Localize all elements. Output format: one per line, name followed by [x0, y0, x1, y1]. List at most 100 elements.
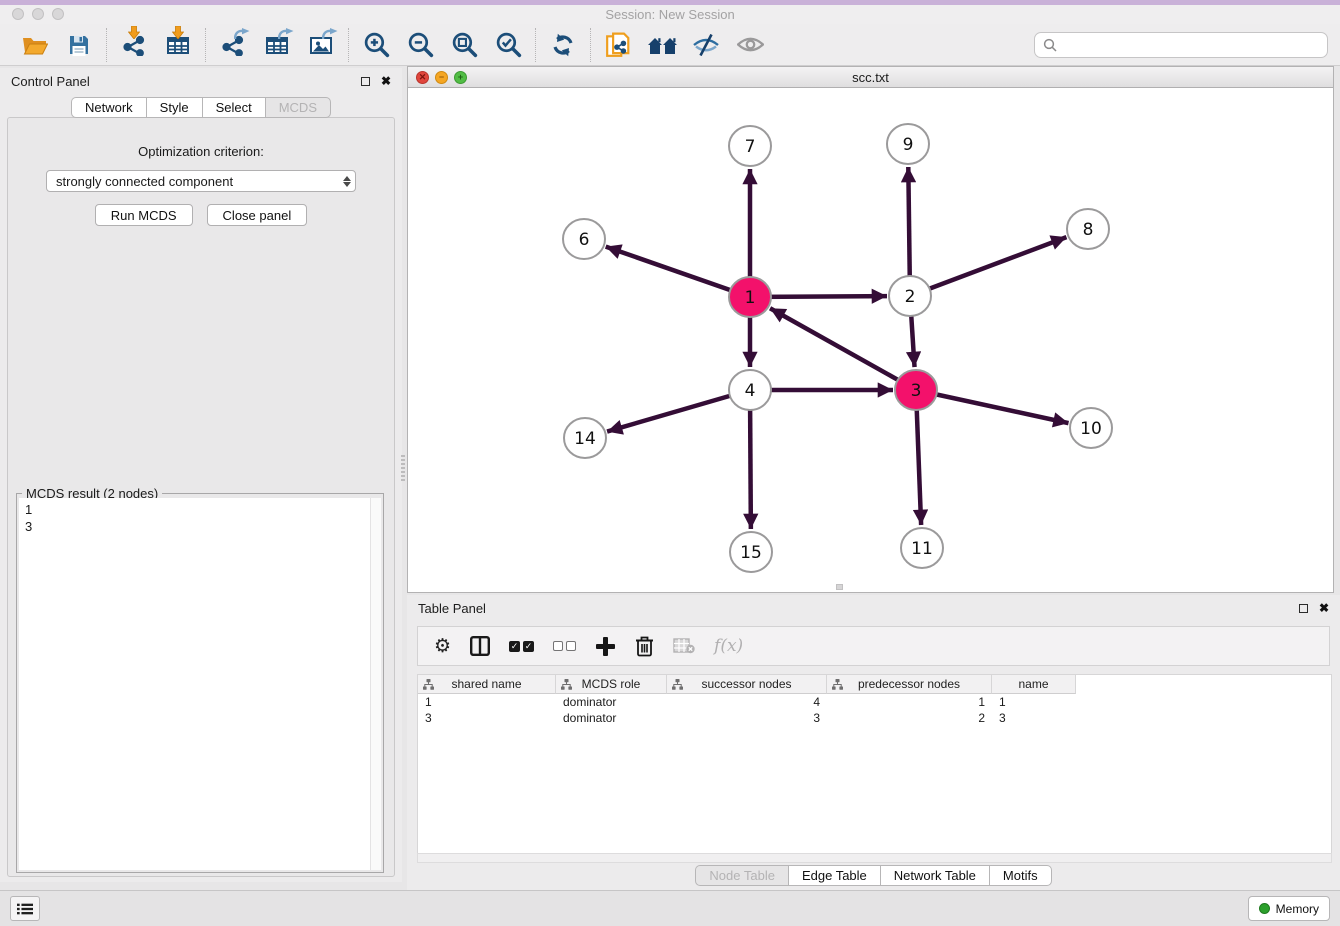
- export-curved-arrow-icon: [278, 28, 294, 43]
- network-minimize-button[interactable]: −: [435, 71, 448, 84]
- graph-node-11[interactable]: 11: [901, 528, 943, 568]
- tab-style[interactable]: Style: [146, 97, 202, 118]
- table-cell[interactable]: dominator: [556, 694, 667, 710]
- optimization-criterion-label: Optimization criterion:: [8, 144, 394, 159]
- run-mcds-button[interactable]: Run MCDS: [95, 204, 193, 226]
- edge-3-10[interactable]: [916, 390, 1069, 423]
- network-maximize-button[interactable]: +: [454, 71, 467, 84]
- table-settings-button[interactable]: ⚙: [434, 637, 451, 656]
- edge-2-8[interactable]: [910, 237, 1066, 296]
- network-close-button[interactable]: ✕: [416, 71, 429, 84]
- table-cell[interactable]: 1: [418, 694, 556, 710]
- table-cell[interactable]: dominator: [556, 710, 667, 726]
- graph-node-3[interactable]: 3: [895, 370, 937, 410]
- canvas-resize-grip[interactable]: [836, 584, 843, 590]
- float-panel-icon[interactable]: [1299, 604, 1308, 613]
- result-scrollbar[interactable]: [370, 498, 381, 870]
- search-input[interactable]: [1063, 36, 1319, 53]
- export-table-button[interactable]: [259, 28, 295, 62]
- close-panel-button[interactable]: Close panel: [207, 204, 308, 226]
- export-curved-arrow-icon: [234, 28, 250, 43]
- hide-selected-button[interactable]: [688, 28, 724, 62]
- tab-node-table[interactable]: Node Table: [695, 865, 788, 886]
- edge-4-14[interactable]: [607, 390, 750, 432]
- graph-node-6[interactable]: 6: [563, 219, 605, 259]
- memory-button[interactable]: Memory: [1248, 896, 1330, 921]
- tab-mcds[interactable]: MCDS: [265, 97, 331, 118]
- zoom-out-button[interactable]: [402, 28, 438, 62]
- table-cell[interactable]: 1: [827, 694, 992, 710]
- maximize-window-button[interactable]: [52, 8, 64, 20]
- graph-node-2[interactable]: 2: [889, 276, 931, 316]
- add-column-button[interactable]: [595, 636, 616, 657]
- graph-node-9[interactable]: 9: [887, 124, 929, 164]
- node-label: 11: [911, 539, 933, 559]
- zoom-selected-button[interactable]: [490, 28, 526, 62]
- optimization-criterion-value: strongly connected component: [56, 174, 233, 189]
- column-header-MCDS-role[interactable]: MCDS role: [556, 675, 667, 694]
- column-header-name[interactable]: name: [992, 675, 1076, 694]
- network-file-button[interactable]: [600, 28, 636, 62]
- zoom-fit-button[interactable]: [446, 28, 482, 62]
- table-horizontal-scrollbar[interactable]: [417, 853, 1332, 863]
- close-panel-icon[interactable]: ✖: [381, 75, 391, 87]
- graph-node-4[interactable]: 4: [729, 370, 771, 410]
- graph-node-1[interactable]: 1: [729, 277, 771, 317]
- graph-node-7[interactable]: 7: [729, 126, 771, 166]
- graph-node-8[interactable]: 8: [1067, 209, 1109, 249]
- save-session-button[interactable]: [61, 28, 97, 62]
- function-builder-button[interactable]: f(x): [714, 636, 743, 656]
- node-table[interactable]: shared nameMCDS rolesuccessor nodesprede…: [417, 674, 1332, 853]
- tab-motifs[interactable]: Motifs: [989, 865, 1052, 886]
- tab-edge-table[interactable]: Edge Table: [788, 865, 880, 886]
- tab-select[interactable]: Select: [202, 97, 265, 118]
- close-window-button[interactable]: [12, 8, 24, 20]
- show-columns-button[interactable]: [470, 636, 490, 656]
- open-session-button[interactable]: [17, 28, 53, 62]
- delete-table-button[interactable]: [673, 638, 695, 654]
- table-cell[interactable]: 4: [667, 694, 827, 710]
- table-cell[interactable]: 1: [992, 694, 1076, 710]
- network-canvas[interactable]: 1 2 3 4 6 7 8 9 10 11 14 15: [408, 88, 1333, 592]
- column-namespace-icon: [672, 679, 683, 690]
- network-window-titlebar[interactable]: ✕ − + scc.txt: [408, 67, 1333, 88]
- optimization-criterion-select[interactable]: strongly connected component: [46, 170, 356, 192]
- unselect-all-columns-button[interactable]: [553, 641, 576, 651]
- tab-network[interactable]: Network: [71, 97, 146, 118]
- zoom-in-button[interactable]: [358, 28, 394, 62]
- window-traffic-lights[interactable]: [12, 8, 64, 20]
- table-cell[interactable]: 3: [667, 710, 827, 726]
- mcds-result-area[interactable]: 1 3: [19, 498, 381, 870]
- select-all-columns-button[interactable]: ✓✓: [509, 641, 534, 652]
- edge-1-6[interactable]: [606, 247, 750, 297]
- graph-node-14[interactable]: 14: [564, 418, 606, 458]
- float-panel-icon[interactable]: [361, 77, 370, 86]
- import-table-button[interactable]: [160, 28, 196, 62]
- close-panel-icon[interactable]: ✖: [1319, 602, 1329, 614]
- search-box[interactable]: [1034, 32, 1328, 58]
- export-image-button[interactable]: [303, 28, 339, 62]
- table-row[interactable]: 3dominator323: [418, 710, 1331, 726]
- task-history-button[interactable]: [10, 896, 40, 921]
- edge-3-1[interactable]: [770, 308, 916, 390]
- minimize-window-button[interactable]: [32, 8, 44, 20]
- column-header-predecessor-nodes[interactable]: predecessor nodes: [827, 675, 992, 694]
- delete-columns-button[interactable]: [635, 635, 654, 657]
- table-cell[interactable]: 2: [827, 710, 992, 726]
- column-header-shared-name[interactable]: shared name: [418, 675, 556, 694]
- table-row[interactable]: 1dominator411: [418, 694, 1331, 710]
- import-network-button[interactable]: [116, 28, 152, 62]
- export-network-button[interactable]: [215, 28, 251, 62]
- tab-network-table[interactable]: Network Table: [880, 865, 989, 886]
- refresh-button[interactable]: [545, 28, 581, 62]
- home-networks-button[interactable]: [644, 28, 680, 62]
- show-all-button[interactable]: [732, 28, 768, 62]
- table-cell[interactable]: 3: [418, 710, 556, 726]
- split-pane-divider[interactable]: [401, 455, 405, 481]
- table-cell[interactable]: 3: [992, 710, 1076, 726]
- graph-node-15[interactable]: 15: [730, 532, 772, 572]
- column-header-successor-nodes[interactable]: successor nodes: [667, 675, 827, 694]
- houses-icon: [647, 35, 678, 55]
- memory-status-icon: [1259, 903, 1270, 914]
- graph-node-10[interactable]: 10: [1070, 408, 1112, 448]
